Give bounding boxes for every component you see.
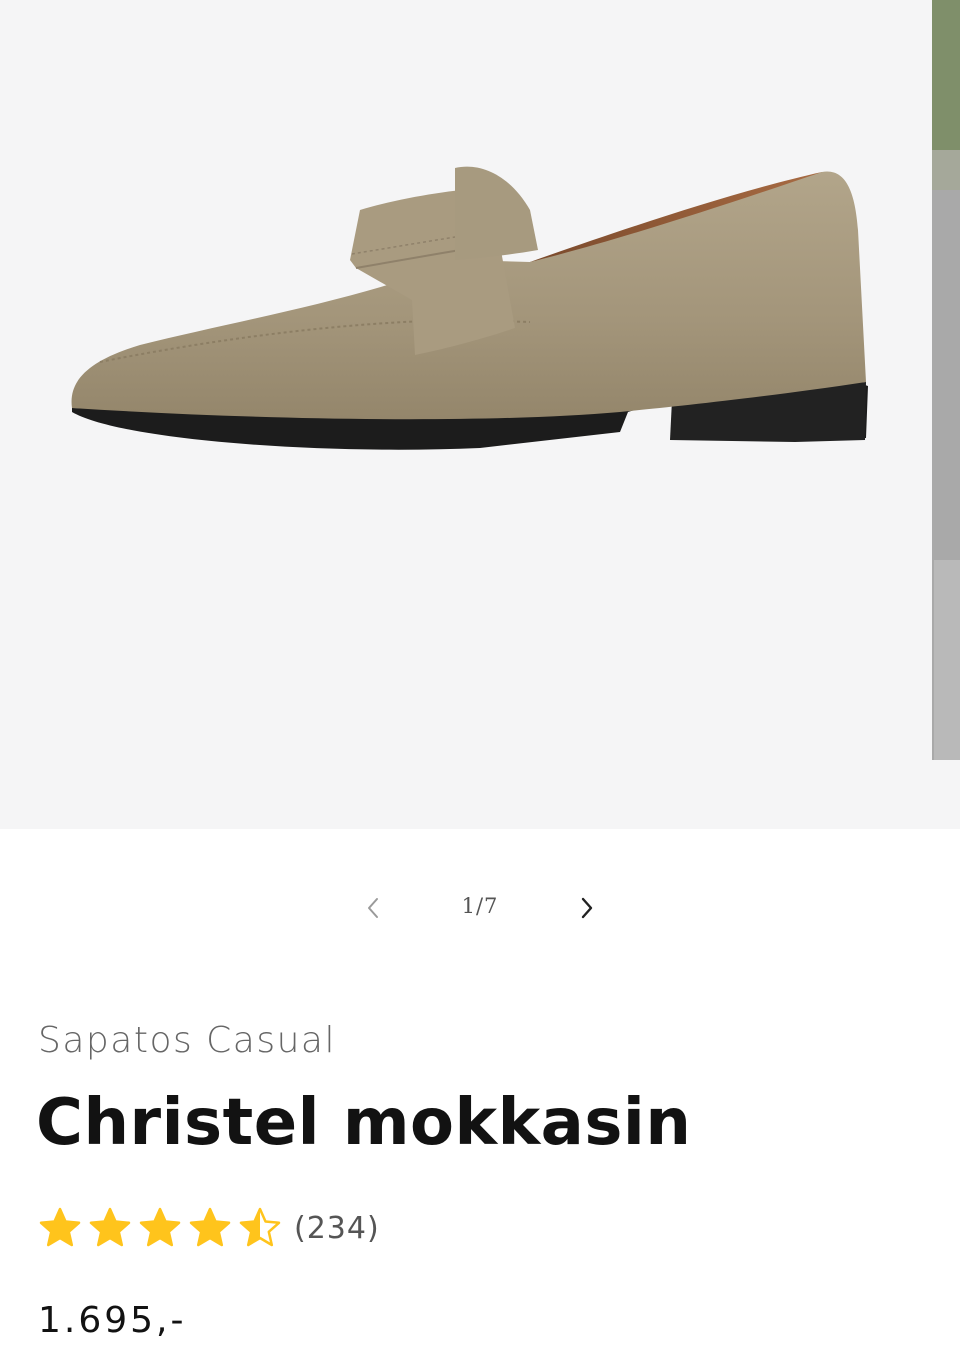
- product-rating[interactable]: (234): [38, 1206, 380, 1250]
- star-full-icon: [39, 1207, 81, 1247]
- product-title: Christel mokkasin: [36, 1086, 692, 1160]
- star-full-icon: [139, 1207, 181, 1247]
- previous-slide-button[interactable]: [353, 888, 393, 928]
- product-gallery: [0, 0, 960, 829]
- loafer-product-image: [71, 166, 868, 450]
- chevron-left-icon: [368, 898, 378, 918]
- slider-controls: 1/7: [0, 870, 960, 946]
- star-full-icon: [89, 1207, 131, 1247]
- star-full-icon: [189, 1207, 231, 1247]
- product-image-slide[interactable]: [0, 0, 932, 829]
- rating-count: (234): [294, 1210, 380, 1246]
- product-price: 1.695,-: [38, 1300, 187, 1341]
- rating-stars: [38, 1206, 288, 1250]
- next-slide-peek[interactable]: [932, 0, 960, 760]
- chevron-right-icon: [581, 897, 593, 919]
- next-slide-button[interactable]: [567, 888, 607, 928]
- lifestyle-photo-peek: [932, 0, 960, 760]
- star-half-icon: [239, 1207, 281, 1247]
- slide-counter: 1/7: [461, 894, 499, 918]
- product-vendor: Sapatos Casual: [38, 1020, 336, 1061]
